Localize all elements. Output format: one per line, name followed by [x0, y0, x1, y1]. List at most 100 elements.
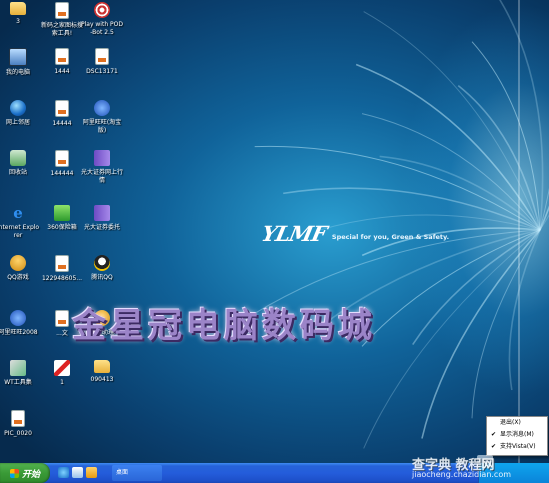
toolbox-icon — [10, 360, 26, 376]
light-ray — [539, 205, 549, 231]
document-icon — [55, 2, 69, 19]
desktop-icon[interactable]: 阿里旺旺(淘宝版) — [80, 100, 124, 134]
light-ray — [508, 229, 541, 391]
desktop-icon[interactable]: 14444 — [40, 100, 84, 128]
desktop-icon-label: QQ游戏 — [7, 274, 29, 281]
desktop-icon[interactable]: e Internet Explorer — [0, 205, 40, 239]
desktop-icon-label: 144444 — [50, 170, 74, 177]
desktop-icon-label: WT工具集 — [4, 379, 32, 386]
desktop-icon-label: 光大证券网上行情 — [80, 169, 123, 184]
desktop-icon-label: 光大证券委托 — [83, 224, 120, 231]
wallpaper-logo: YLMF Special for you, Green & Safety. — [259, 221, 450, 246]
internet-explorer-icon: e — [13, 204, 23, 222]
light-ray — [379, 155, 541, 231]
desktop-icon[interactable]: 1444 — [40, 48, 84, 76]
image-file-icon — [55, 150, 69, 167]
light-ray — [471, 41, 541, 231]
menu-item-label: 支持Vista(V) — [500, 443, 536, 450]
light-ray — [457, 85, 541, 231]
desktop-icon-label: 090413 — [90, 376, 114, 383]
desktop-icon[interactable]: DSC13171 — [80, 48, 124, 76]
ylmf-tagline: Special for you, Green & Safety. — [331, 233, 450, 241]
desktop-icon[interactable]: 回收站 — [0, 150, 40, 177]
taskbar-window-button[interactable]: 桌面 — [112, 465, 162, 481]
light-ray — [363, 11, 541, 231]
desktop-icon-label: 14444 — [52, 120, 72, 127]
menu-item-show-messages[interactable]: ✔ 显示消息(M) — [487, 429, 547, 441]
image-file-icon — [55, 100, 69, 117]
light-ray — [471, 229, 541, 419]
desktop-icon[interactable]: 144444 — [40, 150, 84, 178]
desktop-icon-label: DSC13171 — [86, 68, 118, 75]
aliwangwang-icon — [94, 100, 110, 116]
desktop-icon-label: 122948605... — [41, 275, 83, 282]
desktop-icon[interactable]: 光大证券网上行情 — [80, 150, 124, 184]
pen-file-icon — [54, 360, 70, 376]
desktop-icon[interactable]: 3 — [0, 2, 40, 26]
light-ray — [499, 0, 544, 231]
desktop-icon-label: 1 — [60, 379, 64, 386]
stock-app-icon — [94, 150, 110, 166]
light-ray — [412, 229, 541, 345]
menu-item-label: 退出(X) — [500, 419, 521, 426]
desktop-icon-label: 360保险箱 — [47, 224, 77, 231]
desktop-icon[interactable]: 1 — [40, 360, 84, 387]
game-icon — [94, 2, 110, 18]
checkmark-icon: ✔ — [491, 431, 497, 438]
menu-item-vista-support[interactable]: ✔ 支持Vista(V) — [487, 441, 547, 453]
checkmark-icon: ✔ — [491, 443, 497, 450]
desktop-icon[interactable]: 360保险箱 — [40, 205, 84, 232]
image-file-icon — [11, 410, 25, 427]
light-ray — [254, 145, 541, 231]
ylmf-logo-mark: YLMF — [259, 221, 329, 246]
desktop-icon-label: Play with POD-Bot 2.5 — [80, 21, 124, 36]
menu-item-label: 显示消息(M) — [500, 431, 534, 438]
network-icon — [10, 100, 26, 116]
desktop-icon[interactable]: 网上邻居 — [0, 100, 40, 127]
light-ray — [539, 214, 549, 231]
desktop-icon-label: 回收站 — [8, 169, 27, 176]
qq-icon — [94, 255, 110, 271]
photo-file-icon — [95, 48, 109, 65]
desktop-icon-label: 腾讯QQ — [91, 274, 113, 281]
desktop-icon-label: PIC_0020 — [4, 430, 32, 437]
desktop-icon-label: 1444 — [54, 68, 70, 75]
desktop-icon[interactable]: WT工具集 — [0, 360, 40, 387]
my-computer-icon — [9, 48, 27, 66]
light-ray — [355, 63, 541, 231]
desktop-icon[interactable]: 阿里旺旺2008 — [0, 310, 40, 337]
light-ray — [539, 187, 549, 231]
qq-game-icon — [10, 255, 26, 271]
recycle-bin-icon — [10, 150, 26, 166]
quicklaunch-ie-icon[interactable] — [58, 467, 69, 478]
start-button[interactable]: 开始 — [0, 463, 50, 483]
light-ray — [421, 229, 541, 439]
image-file-icon — [55, 48, 69, 65]
desktop[interactable]: 3 新码之家图标搜索工具! Play with POD-Bot 2.5 我的电脑 144… — [0, 0, 549, 483]
folder-icon — [94, 360, 110, 373]
desktop-icon[interactable]: Play with POD-Bot 2.5 — [80, 2, 124, 36]
360-safe-icon — [54, 205, 70, 221]
light-ray — [361, 113, 541, 231]
desktop-icon-label: Internet Explorer — [0, 224, 40, 239]
quicklaunch-folder-icon[interactable] — [86, 467, 97, 478]
desktop-icon-label: 新码之家图标搜索工具! — [40, 22, 83, 37]
desktop-icon[interactable]: PIC_0020 — [0, 410, 40, 438]
aliwangwang-2008-icon — [10, 310, 26, 326]
start-label: 开始 — [21, 469, 40, 480]
desktop-icon[interactable]: 122948605... — [40, 255, 84, 283]
windows-logo-icon — [9, 468, 19, 478]
desktop-icon-label: 阿里旺旺2008 — [0, 329, 38, 336]
desktop-icon[interactable]: 腾讯QQ — [80, 255, 124, 282]
desktop-icon-label: 阿里旺旺(淘宝版) — [82, 119, 122, 134]
quicklaunch-desktop-icon[interactable] — [72, 467, 83, 478]
menu-item-exit[interactable]: 退出(X) — [487, 417, 547, 429]
desktop-icon-label: 我的电脑 — [5, 69, 30, 76]
desktop-icon[interactable]: 光大证券委托 — [80, 205, 124, 232]
desktop-icon-label: 3 — [16, 18, 20, 25]
desktop-icon[interactable]: 090413 — [80, 360, 124, 384]
tray-context-menu: 退出(X) ✔ 显示消息(M) ✔ 支持Vista(V) — [486, 416, 548, 456]
desktop-icon[interactable]: 新码之家图标搜索工具! — [40, 2, 84, 37]
desktop-icon[interactable]: 我的电脑 — [0, 48, 40, 77]
desktop-icon[interactable]: QQ游戏 — [0, 255, 40, 282]
